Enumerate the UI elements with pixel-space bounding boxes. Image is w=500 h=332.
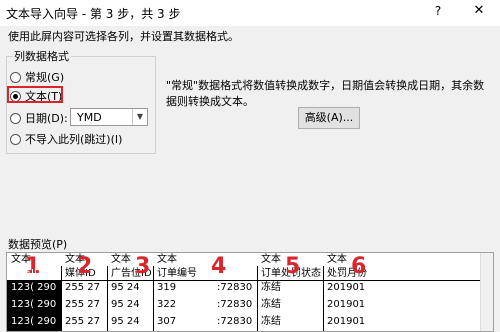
table-cell: 123( 290 bbox=[11, 299, 57, 310]
radio-date-label: 日期(D): bbox=[25, 112, 68, 125]
type-cell-3[interactable]: 文本 bbox=[111, 253, 131, 266]
data-preview[interactable]: 文本 文本 文本 文本 文本 文本 会员ID 媒体ID 广告位ID 订单编号 订… bbox=[6, 252, 494, 332]
date-format-value: YMD bbox=[77, 111, 102, 124]
header-member-id[interactable]: 会员ID bbox=[11, 267, 42, 280]
table-cell: 冻结 bbox=[261, 316, 281, 327]
date-format-select[interactable]: YMD ▼ bbox=[70, 108, 148, 126]
column-separator bbox=[323, 266, 324, 331]
radio-general-label: 常规(G) bbox=[25, 71, 65, 84]
radio-date-circle[interactable] bbox=[10, 113, 21, 124]
column-marker-3: 3 bbox=[135, 254, 151, 279]
radio-skip-circle[interactable] bbox=[10, 134, 21, 145]
radio-date[interactable]: 日期(D): bbox=[10, 110, 68, 126]
column-separator bbox=[61, 266, 62, 331]
close-button[interactable]: ✕ bbox=[470, 3, 488, 18]
table-cell: 319 bbox=[157, 282, 177, 293]
column-marker-5: 5 bbox=[285, 254, 301, 279]
text-option-highlight bbox=[7, 86, 63, 103]
column-separator bbox=[257, 266, 258, 331]
table-cell: 322 bbox=[157, 299, 177, 310]
column-format-title: 列数据格式 bbox=[12, 48, 71, 64]
table-cell: 冻结 bbox=[261, 282, 281, 293]
type-cell-4[interactable]: 文本 bbox=[157, 253, 177, 266]
column-separator bbox=[153, 266, 154, 331]
table-cell: 255 27 bbox=[65, 282, 100, 293]
type-cell-6[interactable]: 文本 bbox=[327, 253, 347, 266]
table-cell: :72830 bbox=[217, 316, 253, 327]
table-cell: 冻结 bbox=[261, 299, 281, 310]
radio-skip-label: 不导入此列(跳过)(I) bbox=[25, 133, 123, 146]
title-bar: 文本导入向导 - 第 3 步，共 3 步 ? ✕ bbox=[0, 0, 500, 26]
format-description: "常规"数据格式将数值转换成数字，日期值会转换成日期，其余数据则转换成文本。 bbox=[166, 79, 485, 108]
table-cell: 123( 290 bbox=[11, 282, 57, 293]
help-button[interactable]: ? bbox=[430, 4, 446, 18]
table-cell: 95 24 bbox=[111, 316, 140, 327]
preview-label: 数据预览(P) bbox=[8, 238, 68, 251]
column-separator bbox=[107, 266, 108, 331]
advanced-button[interactable]: 高级(A)... bbox=[298, 107, 360, 129]
preview-scrollbar[interactable] bbox=[480, 253, 493, 331]
radio-general-circle[interactable] bbox=[10, 72, 21, 83]
table-cell: 95 24 bbox=[111, 282, 140, 293]
radio-general[interactable]: 常规(G) bbox=[10, 69, 64, 85]
table-cell: :72830 bbox=[217, 282, 253, 293]
table-cell: 95 24 bbox=[111, 299, 140, 310]
instruction-text: 使用此屏内容可选择各列，并设置其数据格式。 bbox=[8, 30, 239, 43]
header-order-no[interactable]: 订单编号 bbox=[157, 267, 197, 280]
table-cell: 255 27 bbox=[65, 299, 100, 310]
column-marker-2: 2 bbox=[77, 254, 93, 279]
table-cell: 255 27 bbox=[65, 316, 100, 327]
column-marker-4: 4 bbox=[211, 254, 227, 279]
table-cell: 201901 bbox=[327, 316, 366, 327]
radio-skip[interactable]: 不导入此列(跳过)(I) bbox=[10, 131, 122, 147]
type-cell-5[interactable]: 文本 bbox=[261, 253, 281, 266]
window-title: 文本导入向导 - 第 3 步，共 3 步 bbox=[6, 7, 181, 21]
column-marker-6: 6 bbox=[351, 254, 367, 279]
table-cell: 201901 bbox=[327, 282, 366, 293]
table-cell: 307 bbox=[157, 316, 177, 327]
table-cell: 201901 bbox=[327, 299, 366, 310]
chevron-down-icon[interactable]: ▼ bbox=[132, 109, 147, 125]
table-cell: :72830 bbox=[217, 299, 253, 310]
table-cell: 123( 290 bbox=[11, 316, 57, 327]
